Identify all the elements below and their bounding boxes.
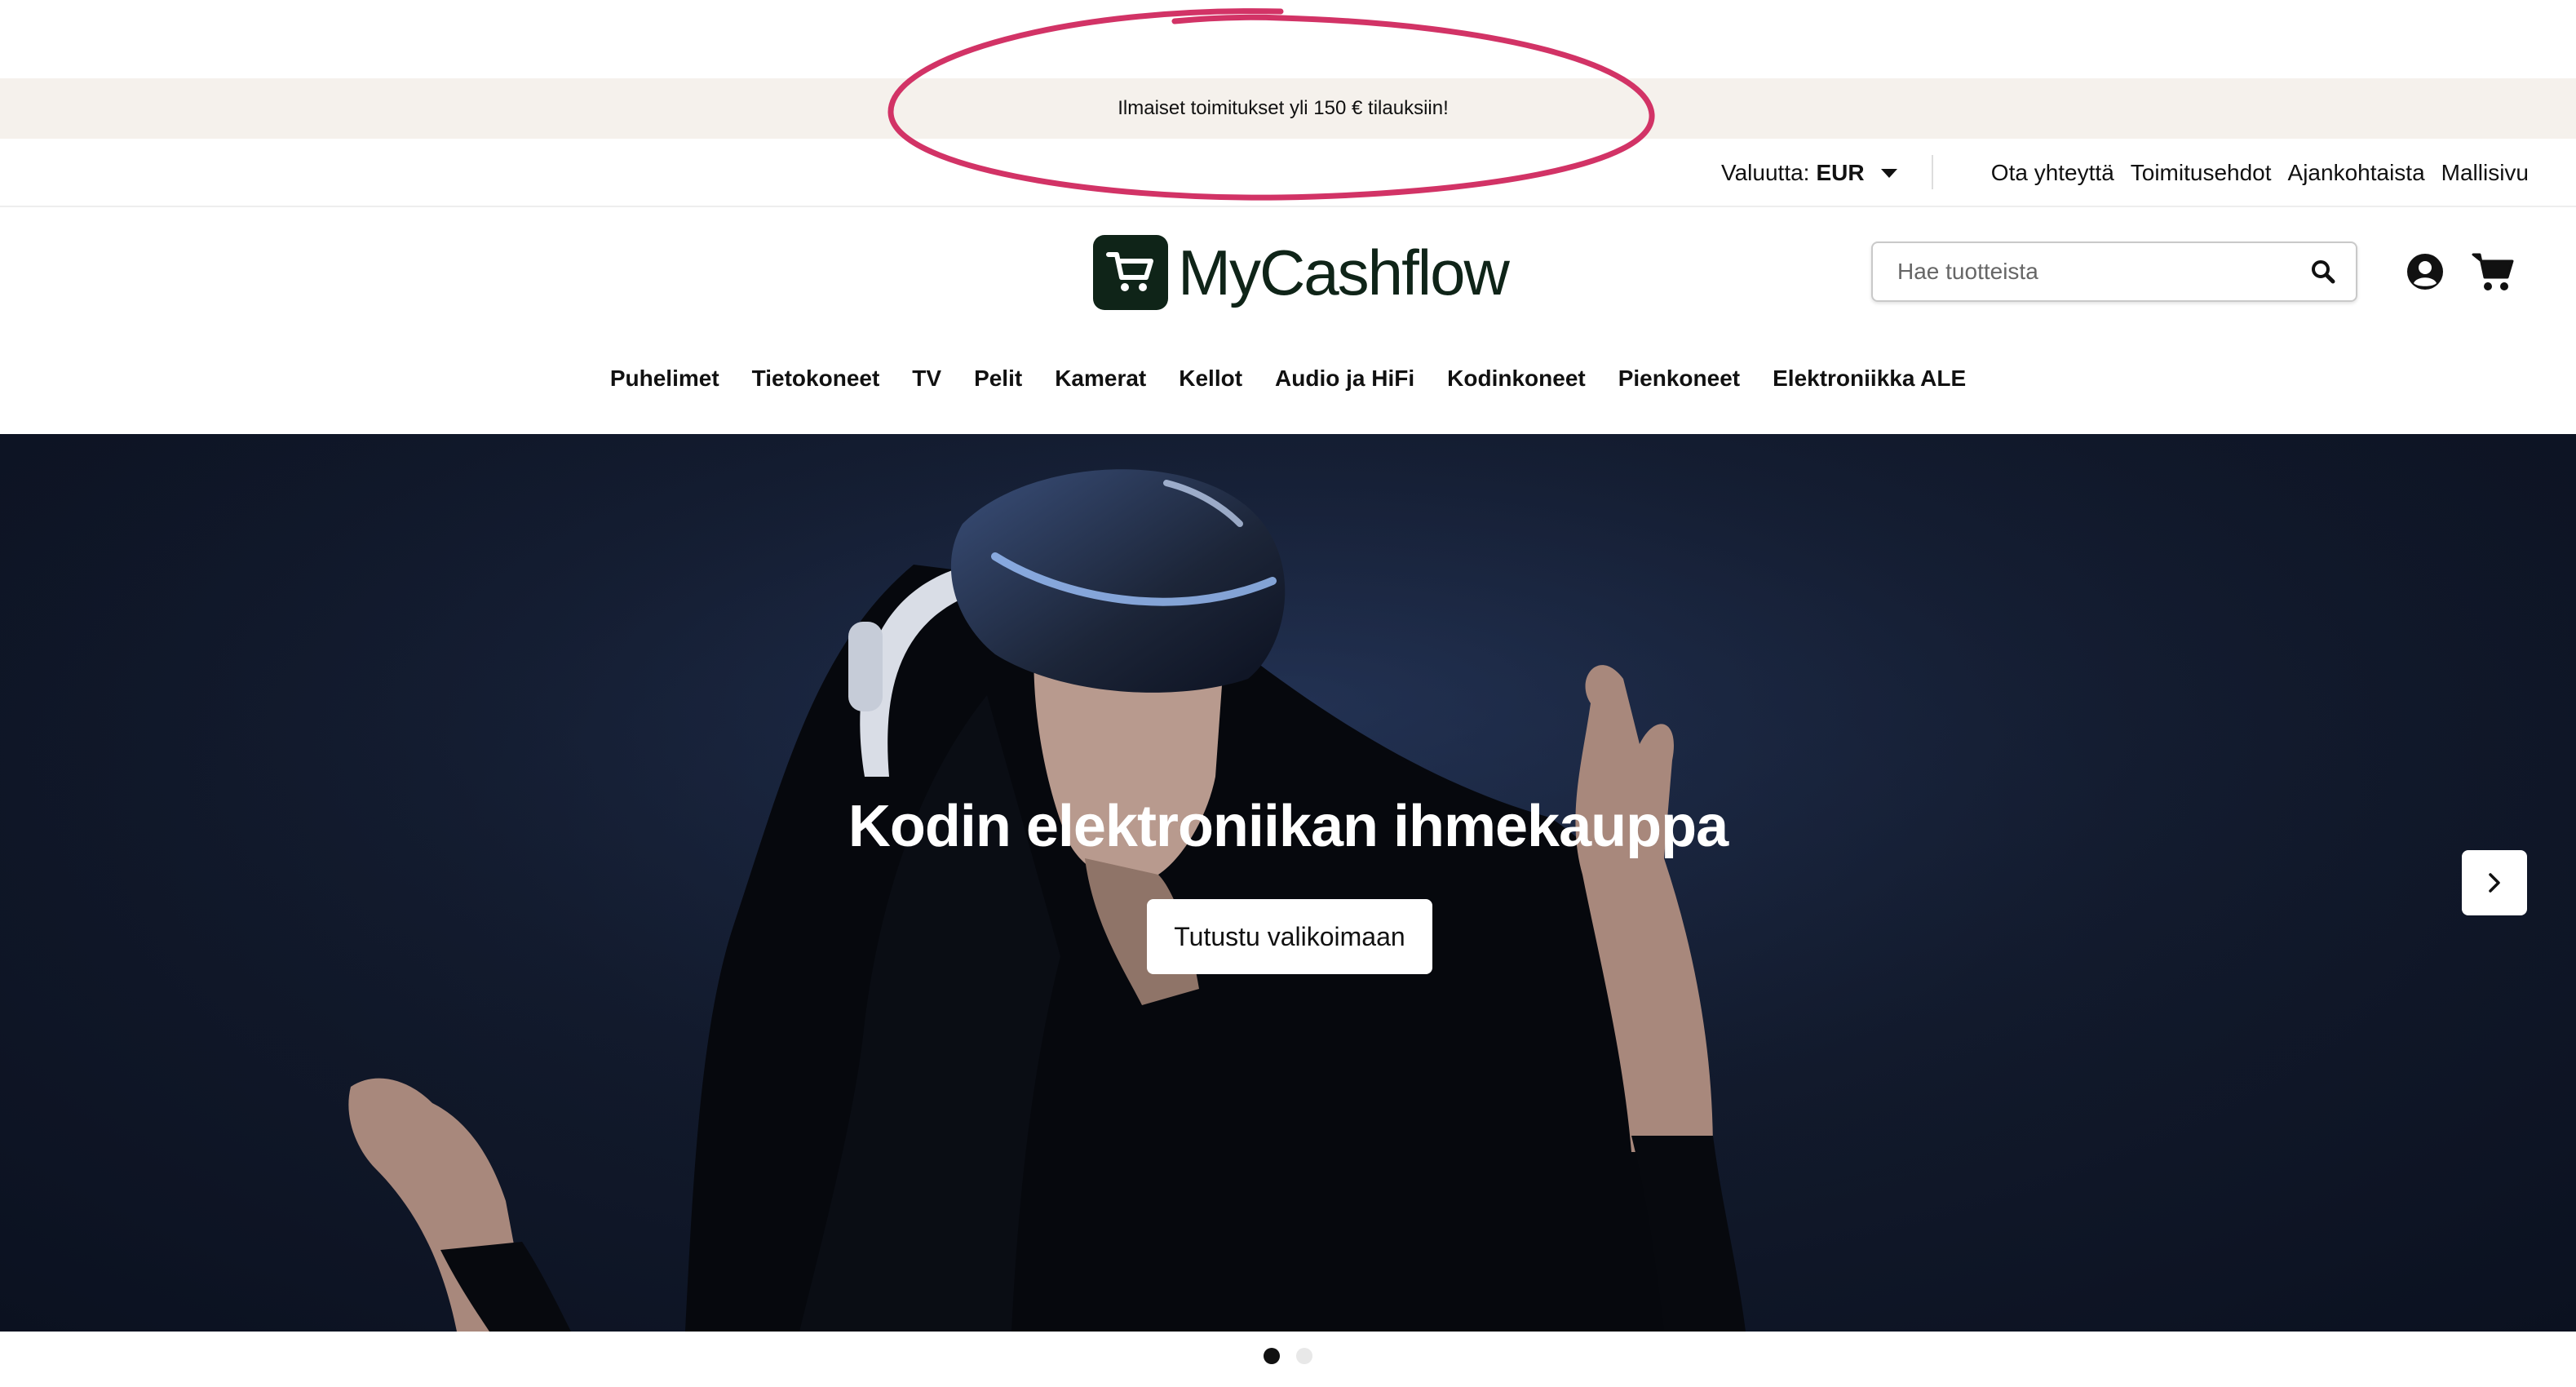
hero-title: Kodin elektroniikan ihmekauppa [848,794,1728,859]
currency-selector[interactable]: Valuutta: EUR [1721,157,1897,189]
caret-down-icon [1880,168,1897,178]
logo-text: MyCashflow [1178,236,1510,308]
cart-button[interactable] [2472,251,2516,292]
account-button[interactable] [2406,253,2444,290]
nav-item-tietokoneet[interactable]: Tietokoneet [752,366,880,392]
carousel-dot-2[interactable] [1296,1348,1312,1364]
account-icon [2407,254,2443,290]
search-input[interactable] [1873,246,2291,297]
promo-text: Ilmaiset toimitukset yli 150 € tilauksii… [1118,97,1449,119]
nav-item-pienkoneet[interactable]: Pienkoneet [1618,366,1740,392]
search-box [1871,242,2357,302]
carousel-next-button[interactable] [2462,850,2527,915]
link-sample-page[interactable]: Mallisivu [2441,160,2529,186]
nav-item-pelit[interactable]: Pelit [974,366,1022,392]
carousel-dot-1[interactable] [1264,1348,1280,1364]
nav-item-puhelimet[interactable]: Puhelimet [610,366,719,392]
nav-item-kellot[interactable]: Kellot [1179,366,1242,392]
hero-banner: Kodin elektroniikan ihmekauppa Tutustu v… [0,434,2576,1332]
main-nav: Puhelimet Tietokoneet TV Pelit Kamerat K… [0,366,2576,392]
link-news[interactable]: Ajankohtaista [2288,160,2425,186]
search-icon [2312,260,2335,284]
utility-links: Ota yhteyttä Toimitusehdot Ajankohtaista… [1991,157,2529,189]
promo-bar: Ilmaiset toimitukset yli 150 € tilauksii… [0,78,2576,139]
hero-cta-button[interactable]: Tutustu valikoimaan [1147,899,1432,974]
currency-value: EUR [1816,160,1865,185]
cart-logo-icon [1093,235,1168,310]
hero-image [0,434,2576,1332]
link-contact[interactable]: Ota yhteyttä [1991,160,2114,186]
currency-label: Valuutta: [1721,160,1810,185]
nav-item-audio[interactable]: Audio ja HiFi [1275,366,1414,392]
chevron-right-icon [2489,873,2500,893]
nav-item-tv[interactable]: TV [912,366,941,392]
utility-bar: Valuutta: EUR Ota yhteyttä Toimitusehdot… [0,139,2576,207]
divider [1932,155,1933,189]
carousel-dots [0,1348,2576,1364]
nav-item-ale[interactable]: Elektroniikka ALE [1773,366,1966,392]
logo[interactable]: MyCashflow [1093,235,1510,310]
cart-icon [2472,253,2514,290]
nav-item-kodinkoneet[interactable]: Kodinkoneet [1447,366,1586,392]
link-delivery-terms[interactable]: Toimitusehdot [2131,160,2272,186]
search-button[interactable] [2291,243,2356,300]
nav-item-kamerat[interactable]: Kamerat [1055,366,1146,392]
